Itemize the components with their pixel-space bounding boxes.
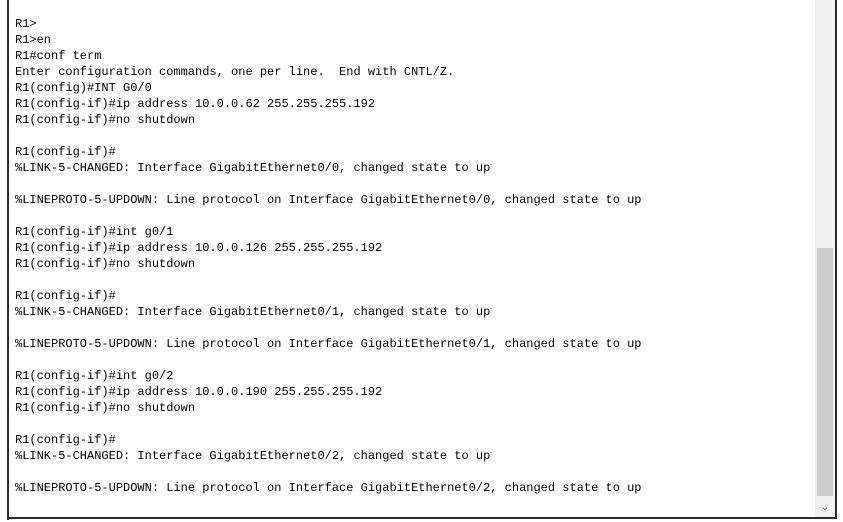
terminal-line: %LINK-5-CHANGED: Interface GigabitEthern… [15, 449, 491, 463]
scrollbar-thumb[interactable] [817, 248, 833, 496]
terminal-line: R1(config-if)#no shutdown [15, 401, 196, 415]
vertical-scrollbar[interactable]: ⌄ [815, 0, 835, 517]
terminal-line: R1(config-if)#ip address 10.0.0.126 255.… [15, 241, 383, 255]
terminal-line: R1(config-if)#no shutdown [15, 113, 196, 127]
terminal-line: R1#conf term [15, 49, 102, 63]
terminal-line: R1(config-if)#ip address 10.0.0.62 255.2… [15, 97, 376, 111]
terminal-line: %LINK-5-CHANGED: Interface GigabitEthern… [15, 305, 491, 319]
terminal-line: R1>en [15, 33, 52, 47]
frame-border-bottom [7, 517, 837, 519]
terminal-line: Enter configuration commands, one per li… [15, 65, 455, 79]
terminal-line: R1> [15, 17, 37, 31]
terminal-line: %LINEPROTO-5-UPDOWN: Line protocol on In… [15, 337, 642, 351]
terminal-line: R1(config-if)#ip address 10.0.0.190 255.… [15, 385, 383, 399]
terminal-line: %LINEPROTO-5-UPDOWN: Line protocol on In… [15, 481, 642, 495]
terminal-output[interactable]: R1> R1>en R1#conf term Enter configuration … [9, 0, 815, 517]
terminal-line: R1(config)#INT G0/0 [15, 81, 152, 95]
terminal-line: %LINEPROTO-5-UPDOWN: Line protocol on In… [15, 193, 642, 207]
chevron-down-icon[interactable]: ⌄ [815, 497, 835, 517]
cli-window: R1> R1>en R1#conf term Enter configuration … [0, 0, 843, 522]
terminal-line: R1(config-if)# [15, 289, 116, 303]
terminal-line: R1(config-if)#int g0/2 [15, 369, 174, 383]
terminal-line: R1(config-if)# [15, 145, 116, 159]
frame-border-right [835, 0, 837, 519]
terminal-line: R1(config-if)#int g0/1 [15, 225, 174, 239]
terminal-line: R1(config-if)#no shutdown [15, 257, 196, 271]
frame-border-left [7, 0, 9, 520]
terminal-line: %LINK-5-CHANGED: Interface GigabitEthern… [15, 161, 491, 175]
terminal-line: R1(config-if)# [15, 433, 116, 447]
